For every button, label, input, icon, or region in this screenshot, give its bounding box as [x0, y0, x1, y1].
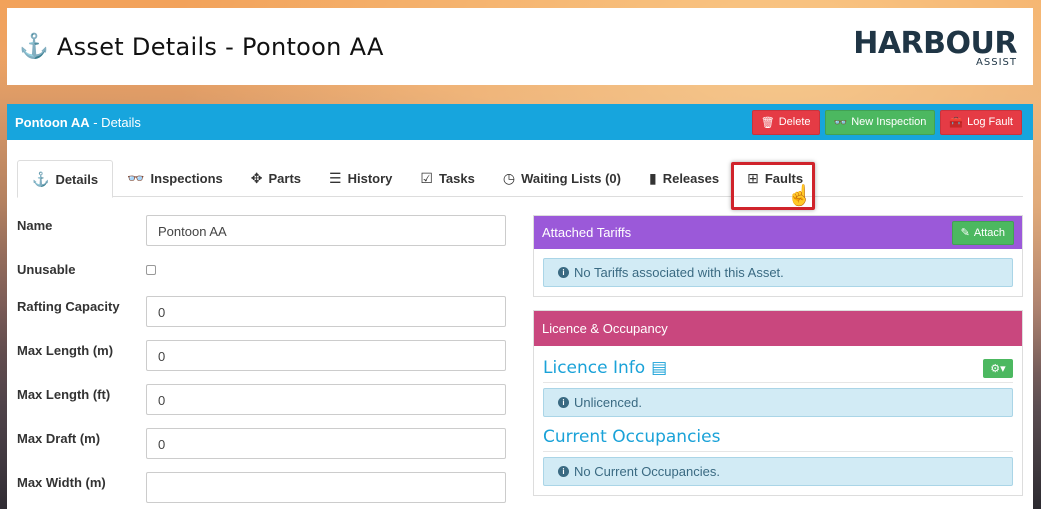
tariffs-title: Attached Tariffs — [542, 225, 632, 240]
info-icon: i — [558, 267, 569, 278]
licence-box: Licence & Occupancy Licence Info ▤ ⚙▾ i Un… — [533, 310, 1023, 496]
medkit-icon: 🧰 — [949, 116, 964, 129]
log-fault-label: Log Fault — [967, 116, 1013, 128]
tab-bar: ⚓ Details 👓 Inspections ✥ Parts ☰ History ☑ T… — [17, 160, 1023, 198]
occupancies-empty-text: No Current Occupancies. — [574, 464, 720, 479]
max-width-label: Max Width (m) — [17, 475, 106, 490]
page-title-text: Asset Details - Pontoon AA — [56, 32, 384, 61]
tab-label: Tasks — [438, 171, 475, 186]
max-draft-row: Max Draft (m) 0 — [17, 426, 507, 470]
tariffs-body: i No Tariffs associated with this Asset. — [534, 249, 1022, 296]
name-row: Name Pontoon AA — [17, 213, 507, 257]
tab-inspections[interactable]: 👓 Inspections — [113, 160, 237, 197]
name-input[interactable]: Pontoon AA — [146, 215, 506, 246]
rafting-row: Rafting Capacity 0 — [17, 294, 507, 338]
unusable-row: Unusable — [17, 257, 507, 294]
anchor-icon: ⚓ — [19, 32, 49, 60]
tab-label: Details — [55, 171, 99, 187]
page-title: ⚓ Asset Details - Pontoon AA — [19, 33, 384, 61]
logo-main: HARBOUR — [853, 25, 1017, 61]
door-exit-icon: ▮ — [648, 170, 657, 186]
delete-button[interactable]: 🗑 Delete — [751, 109, 820, 135]
details-form: Name Pontoon AA Unusable Rafting Capacit… — [17, 213, 507, 509]
info-icon: i — [558, 466, 569, 477]
glasses-icon: 👓 — [833, 116, 848, 129]
anchor-icon: ⚓ — [32, 170, 50, 187]
attach-label: Attach — [973, 226, 1005, 239]
tab-waiting-lists[interactable]: ◷ Waiting Lists (0) — [489, 160, 635, 197]
tab-label: Waiting Lists (0) — [521, 171, 621, 186]
rafting-label: Rafting Capacity — [17, 299, 120, 314]
side-column: Attached Tariffs ✎ Attach i No Tariffs ass… — [533, 215, 1023, 509]
new-inspection-label: New Inspection — [851, 116, 927, 128]
puzzle-icon: ✥ — [250, 170, 263, 186]
max-length-m-row: Max Length (m) 0 — [17, 338, 507, 382]
tab-details[interactable]: ⚓ Details — [17, 160, 114, 198]
header-actions: 🗑 Delete 👓 New Inspection 🧰 Log Fault — [751, 109, 1022, 135]
occupancies-row: Current Occupancies — [543, 427, 1013, 452]
gear-icon: ⚙▾ — [990, 362, 1006, 375]
tab-parts[interactable]: ✥ Parts — [237, 160, 315, 197]
tariffs-empty-text: No Tariffs associated with this Asset. — [574, 265, 784, 280]
max-width-input[interactable] — [146, 472, 506, 503]
unusable-label: Unusable — [17, 262, 76, 277]
tariffs-empty-alert: i No Tariffs associated with this Asset. — [543, 258, 1013, 287]
asset-panel: Pontoon AA - Details 🗑 Delete 👓 New Inspec… — [7, 104, 1033, 509]
medkit-icon: ⊞ — [747, 170, 759, 186]
licence-status-alert: i Unlicenced. — [543, 388, 1013, 417]
panel-title-suffix: - Details — [89, 114, 141, 130]
rafting-input[interactable]: 0 — [146, 296, 506, 327]
max-draft-label: Max Draft (m) — [17, 431, 101, 446]
panel-heading: Pontoon AA - Details 🗑 Delete 👓 New Inspec… — [7, 104, 1033, 140]
tab-label: Releases — [662, 171, 720, 186]
occupancies-title: Current Occupancies — [543, 427, 721, 447]
delete-label: Delete — [778, 116, 811, 128]
harbour-assist-logo: HARBOUR ASSIST — [853, 25, 1017, 68]
new-inspection-button[interactable]: 👓 New Inspection — [824, 109, 936, 135]
licence-title: Licence & Occupancy — [542, 321, 668, 336]
max-width-row: Max Width (m) — [17, 470, 507, 509]
licence-info-text: Licence Info — [543, 358, 646, 378]
log-fault-button[interactable]: 🧰 Log Fault — [940, 109, 1022, 135]
tab-label: Inspections — [150, 171, 223, 186]
tab-label: History — [347, 171, 393, 186]
occupancies-empty-alert: i No Current Occupancies. — [543, 457, 1013, 486]
licence-body: Licence Info ▤ ⚙▾ i Unlicenced. Current Oc… — [534, 346, 1022, 495]
licence-settings-button[interactable]: ⚙▾ — [983, 358, 1013, 378]
tariffs-box: Attached Tariffs ✎ Attach i No Tariffs ass… — [533, 215, 1023, 297]
tab-releases[interactable]: ▮ Releases — [635, 160, 733, 197]
name-label: Name — [17, 218, 53, 233]
licence-heading: Licence & Occupancy — [534, 311, 1022, 346]
attach-button[interactable]: ✎ Attach — [951, 220, 1014, 245]
tab-label: Parts — [268, 171, 302, 186]
max-length-ft-row: Max Length (ft) 0 — [17, 382, 507, 426]
page-header: ⚓ Asset Details - Pontoon AA HARBOUR ASS… — [7, 8, 1033, 85]
max-length-ft-input[interactable]: 0 — [146, 384, 506, 415]
checklist-icon: ☑ — [420, 170, 433, 186]
clock-icon: ◷ — [502, 170, 516, 186]
panel-title-asset: Pontoon AA — [15, 114, 90, 130]
max-length-ft-label: Max Length (ft) — [17, 387, 111, 402]
licence-status-text: Unlicenced. — [574, 395, 642, 410]
unusable-checkbox[interactable] — [146, 265, 156, 275]
max-length-m-label: Max Length (m) — [17, 343, 114, 358]
id-card-icon: ▤ — [651, 358, 668, 378]
licence-info-title: Licence Info ▤ — [543, 358, 667, 378]
layers-icon: ☰ — [329, 170, 342, 186]
max-length-m-input[interactable]: 0 — [146, 340, 506, 371]
hand-cursor-icon: ☝ — [787, 185, 812, 207]
trash-icon: 🗑 — [760, 116, 775, 129]
max-draft-input[interactable]: 0 — [146, 428, 506, 459]
panel-title: Pontoon AA - Details — [15, 115, 141, 130]
licence-info-row: Licence Info ▤ ⚙▾ — [543, 358, 1013, 383]
info-icon: i — [558, 397, 569, 408]
tab-history[interactable]: ☰ History — [315, 160, 406, 197]
glasses-icon: 👓 — [127, 170, 145, 186]
logo-sub: ASSIST — [976, 56, 1017, 68]
tab-tasks[interactable]: ☑ Tasks — [406, 160, 488, 197]
tariffs-heading: Attached Tariffs ✎ Attach — [534, 216, 1022, 249]
paperclip-icon: ✎ — [960, 227, 970, 239]
